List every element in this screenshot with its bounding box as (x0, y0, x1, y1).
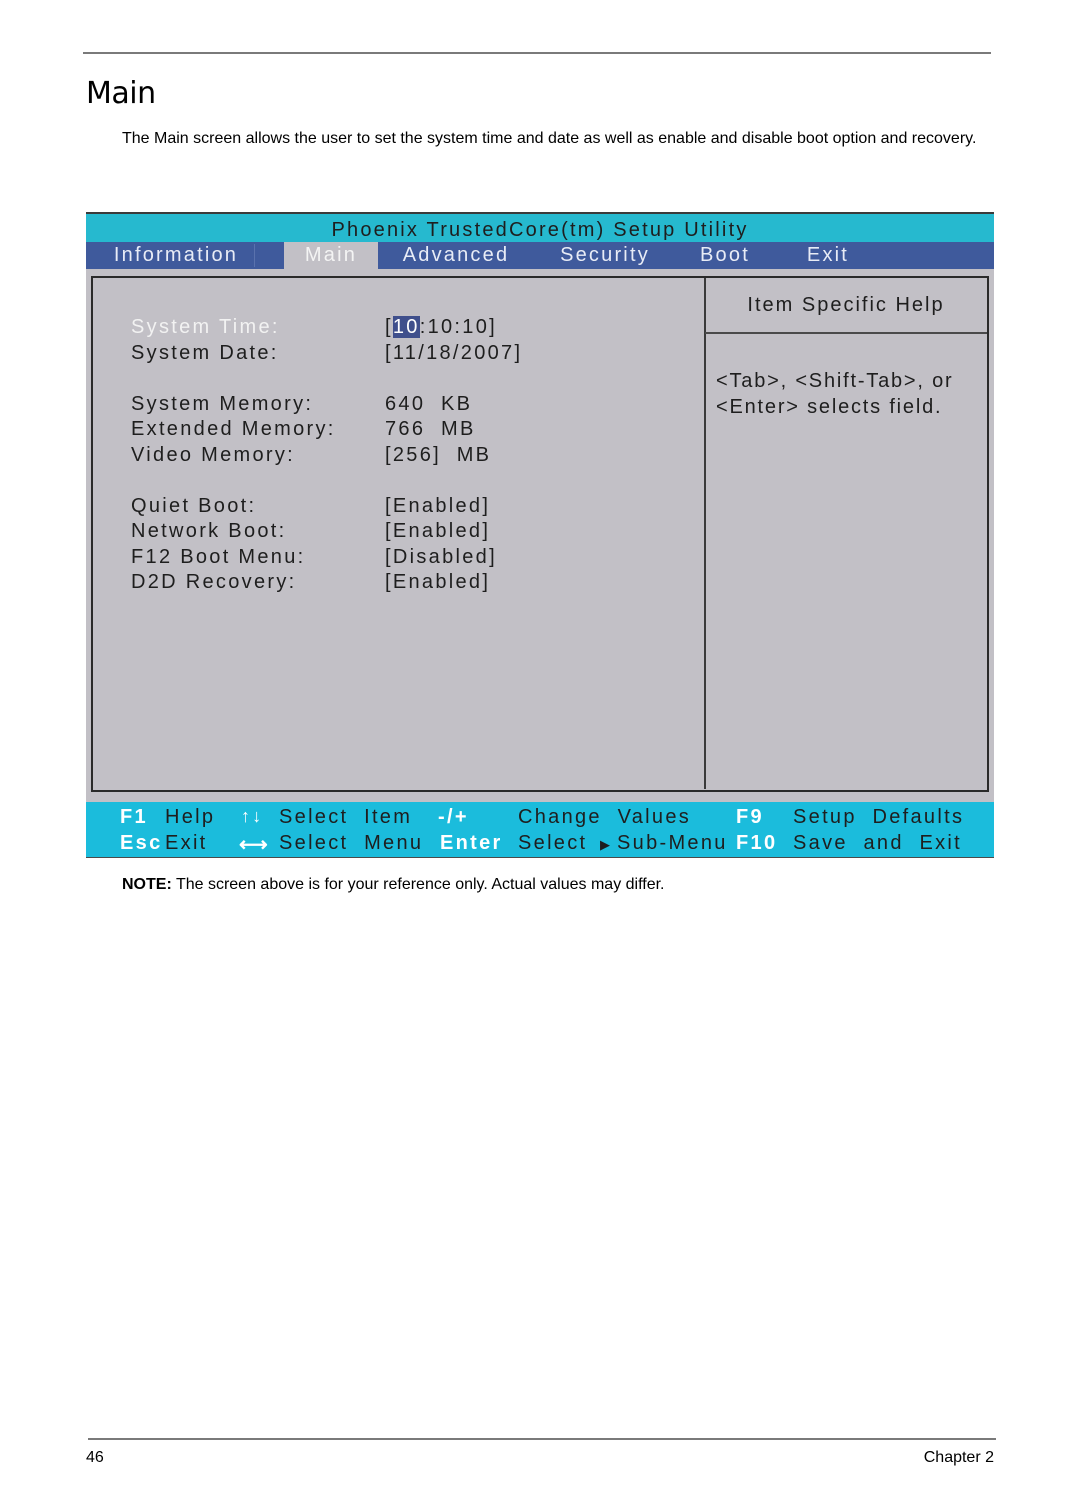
intro-paragraph: The Main screen allows the user to set t… (122, 130, 977, 147)
quiet-boot-label[interactable]: Quiet Boot: (131, 495, 256, 518)
help-title-divider (705, 332, 987, 334)
f12-boot-menu-label[interactable]: F12 Boot Menu: (131, 546, 306, 569)
esc-key: Esc (120, 832, 163, 854)
page-title: Main (86, 76, 156, 111)
quiet-boot-value[interactable]: [Enabled] (385, 495, 490, 518)
tab-exit[interactable]: Exit (798, 242, 858, 269)
top-rule (83, 52, 991, 54)
system-time-hour-field[interactable]: 10 (392, 316, 420, 338)
save-and-exit-label: Save and Exit (793, 832, 963, 854)
up-down-arrows-icon: ↑↓ (241, 806, 264, 826)
bios-menu-bar: Information Main Advanced Security Boot … (86, 242, 994, 269)
system-memory-label: System Memory: (131, 393, 314, 415)
page-number: 46 (86, 1449, 104, 1466)
select-item-label: Select Item (279, 806, 413, 828)
system-time-open-bracket: [ (385, 316, 393, 338)
bios-key-legend: F1 Help ↑↓ Select Item -/+ Change Values… (86, 802, 994, 858)
extended-memory-value: 766 MB (385, 418, 476, 440)
exit-label: Exit (165, 832, 208, 854)
bios-title-bar: Phoenix TrustedCore(tm) Setup Utility (86, 212, 994, 242)
help-panel-divider (704, 278, 706, 789)
d2d-recovery-label[interactable]: D2D Recovery: (131, 571, 297, 594)
network-boot-label[interactable]: Network Boot: (131, 520, 287, 543)
system-time-value[interactable]: [10:10:10] (385, 316, 497, 339)
system-date-value[interactable]: [11/18/2007] (385, 342, 522, 365)
change-values-label: Change Values (518, 806, 692, 828)
tab-boot[interactable]: Boot (690, 242, 760, 269)
chapter-label: Chapter 2 (923, 1449, 994, 1466)
help-text: <Tab>, <Shift-Tab>, or <Enter> selects f… (716, 370, 954, 418)
f12-boot-menu-value[interactable]: [Disabled] (385, 546, 497, 569)
bios-title: Phoenix TrustedCore(tm) Setup Utility (331, 219, 749, 241)
tab-advanced[interactable]: Advanced (394, 242, 518, 269)
d2d-recovery-value[interactable]: [Enabled] (385, 571, 490, 594)
system-memory-value: 640 KB (385, 393, 473, 415)
tab-security[interactable]: Security (552, 242, 658, 269)
note: NOTE: The screen above is for your refer… (122, 876, 664, 894)
help-label: Help (165, 806, 216, 828)
submenu-label: Sub-Menu (617, 832, 728, 854)
submenu-arrow-icon: ▶ (600, 837, 613, 852)
left-right-arrow-icon: ⟷ (239, 834, 270, 856)
bios-screenshot: Phoenix TrustedCore(tm) Setup Utility In… (86, 212, 994, 858)
select-menu-label: Select Menu (279, 832, 424, 854)
f10-key: F10 (736, 832, 778, 854)
select-submenu-label: Select (518, 832, 588, 854)
bottom-rule (88, 1438, 996, 1440)
minus-plus-key: -/+ (438, 806, 469, 828)
bios-main-frame: System Time: [10:10:10] System Date: [11… (91, 276, 989, 792)
system-date-label[interactable]: System Date: (131, 342, 279, 365)
help-title: Item Specific Help (747, 294, 945, 316)
extended-memory-label: Extended Memory: (131, 418, 336, 440)
network-boot-value[interactable]: [Enabled] (385, 520, 490, 543)
tab-main[interactable]: Main (284, 242, 378, 269)
enter-key: Enter (440, 832, 503, 854)
video-memory-value[interactable]: [256] MB (385, 444, 491, 467)
menu-separator (254, 244, 255, 267)
tab-information[interactable]: Information (100, 242, 252, 269)
video-memory-label[interactable]: Video Memory: (131, 444, 295, 467)
setup-defaults-label: Setup Defaults (793, 806, 965, 828)
f1-key: F1 (120, 806, 148, 828)
f9-key: F9 (736, 806, 764, 828)
system-time-rest: :10:10] (419, 316, 497, 338)
system-time-label[interactable]: System Time: (131, 316, 280, 339)
note-text: The screen above is for your reference o… (171, 876, 665, 893)
note-label: NOTE: (122, 876, 172, 893)
